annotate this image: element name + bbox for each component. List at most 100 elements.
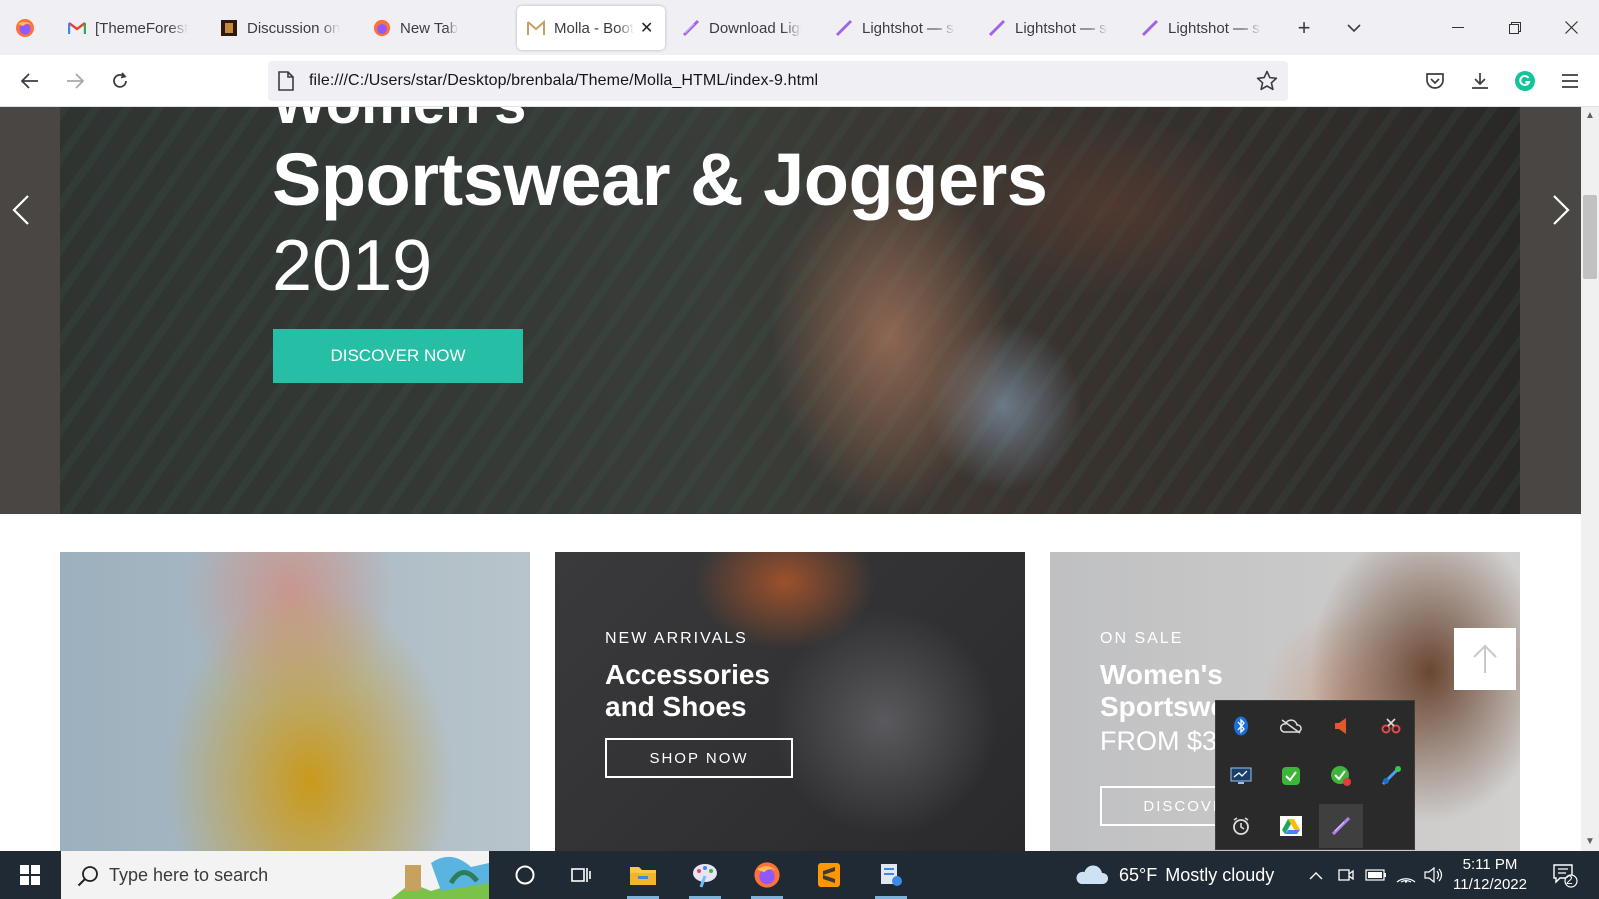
network-tool-icon[interactable] [1369,754,1413,798]
display-monitor-icon[interactable] [1219,754,1263,798]
taskbar-clock[interactable]: 5:11 PM 11/12/2022 [1447,855,1533,895]
cortana-icon[interactable] [499,851,551,899]
banner-price: FROM $39 [1100,726,1233,756]
lightshot-icon [835,19,853,37]
task-view-icon[interactable] [555,851,607,899]
bookmark-star-icon[interactable] [1256,70,1278,97]
notification-center-icon[interactable]: 2 [1540,851,1590,899]
taskbar-search-box[interactable]: Type here to search [61,851,489,899]
volume-icon[interactable] [1420,851,1448,899]
clock-date: 11/12/2022 [1453,876,1527,893]
banner-title-line2: and Shoes [605,691,747,722]
themeforest-icon [220,19,238,37]
onedrive-offline-icon[interactable] [1269,704,1313,748]
forward-arrow-icon[interactable] [59,65,91,97]
lightshot-icon [682,19,700,37]
tab-label: Discussion on I [247,19,340,37]
hero-year: 2019 [272,226,433,306]
show-hidden-icons-chevron-icon[interactable] [1302,851,1330,899]
gmail-icon [68,19,86,37]
url-bar[interactable]: file:///C:/Users/star/Desktop/brenbala/T… [268,61,1288,101]
grammarly-extension-icon[interactable] [1509,65,1541,97]
lightshot-icon [1141,19,1159,37]
speaker-muted-icon[interactable] [1319,704,1363,748]
battery-icon[interactable] [1362,851,1390,899]
banner-accessories[interactable]: NEW ARRIVALS Accessories and Shoes SHOP … [555,552,1025,851]
downloads-icon[interactable] [1464,65,1496,97]
shop-now-button[interactable]: SHOP NOW [605,738,793,778]
lightshot-tray-icon[interactable] [1319,804,1363,848]
scrollbar-thumb[interactable] [1583,195,1597,279]
hero-title: Sportswear & Joggers [272,138,1048,221]
hero-next-slide-edge [1520,107,1581,514]
windows-start-icon[interactable] [0,851,60,899]
tab-discussion[interactable]: Discussion on I [210,6,350,50]
tab-molla-active[interactable]: Molla - Boot ✕ [517,6,665,50]
tab-download-lightshot[interactable]: Download Ligh [672,6,812,50]
pocket-icon[interactable] [1419,65,1451,97]
lightshot-icon [988,19,1006,37]
close-window-icon[interactable] [1543,0,1599,55]
bluetooth-icon[interactable] [1219,704,1263,748]
snipping-tool-icon[interactable] [1369,704,1413,748]
slider-next-arrow-icon[interactable] [1546,190,1576,230]
search-icon [77,865,99,892]
banner-title-line1: Accessories [605,659,771,690]
reload-icon[interactable] [104,65,136,97]
antivirus-status-icon[interactable] [1319,754,1363,798]
meet-now-icon[interactable] [1332,851,1360,899]
vertical-scrollbar[interactable]: ▲ ▼ [1581,107,1599,851]
restore-icon[interactable] [1487,0,1543,55]
tab-lightshot-3[interactable]: Lightshot — sc [1131,6,1271,50]
search-placeholder: Type here to search [109,865,269,885]
list-tabs-chevron-icon[interactable] [1340,14,1368,42]
tab-label: New Tab [400,19,459,37]
molla-icon [527,19,545,37]
alarm-clock-icon[interactable] [1219,804,1263,848]
cloud-weather-icon [1075,864,1109,886]
minimize-icon[interactable] [1430,0,1486,55]
connection-manager-icon[interactable] [865,851,917,899]
scroll-up-arrow-icon[interactable]: ▲ [1584,110,1596,122]
weather-widget[interactable]: 65°F Mostly cloudy [1075,851,1274,899]
tab-label: Molla - Boot [554,19,635,37]
banner-title-line1: Women's [1100,659,1223,690]
tab-themeforest[interactable]: [ThemeForest] [58,6,198,50]
firefox-taskbar-icon[interactable] [741,851,793,899]
weather-temperature: 65°F [1119,864,1158,885]
discover-now-button[interactable]: DISCOVER NOW [273,329,523,383]
banner-subtitle: NEW ARRIVALS [605,630,748,647]
back-arrow-icon[interactable] [14,65,46,97]
weather-description: Mostly cloudy [1165,864,1275,885]
navigation-toolbar: file:///C:/Users/star/Desktop/brenbala/T… [0,55,1599,107]
banner-yellow-jacket[interactable] [60,552,530,851]
tab-label: Lightshot — sc [1168,19,1261,37]
google-drive-icon[interactable] [1269,804,1313,848]
tab-strip: [ThemeForest] Discussion on I New Tab Mo… [0,0,1599,55]
tab-lightshot-1[interactable]: Lightshot — sc [825,6,965,50]
hamburger-menu-icon[interactable] [1554,65,1586,97]
firefox-menu-icon[interactable] [8,12,42,44]
paint-app-icon[interactable] [679,851,731,899]
search-highlight-illustration-icon [391,853,489,899]
banner-subtitle: ON SALE [1100,630,1184,647]
page-icon [278,71,294,96]
windows-taskbar: Type here to search 65°F Mostly cloudy 5… [0,851,1599,899]
sublime-text-icon[interactable] [803,851,855,899]
close-tab-icon[interactable]: ✕ [640,18,653,38]
tab-lightshot-2[interactable]: Lightshot — sc [978,6,1118,50]
scroll-down-arrow-icon[interactable]: ▼ [1584,836,1596,848]
new-tab-plus-icon[interactable]: + [1290,14,1318,42]
hero-prev-slide-edge [0,107,60,514]
scroll-to-top-button[interactable] [1454,628,1516,690]
notification-badge: 2 [1566,873,1573,887]
tab-new-tab[interactable]: New Tab [363,6,503,50]
clock-time: 5:11 PM [1462,856,1518,873]
firefox-icon [373,19,391,37]
file-explorer-icon[interactable] [617,851,669,899]
security-check-icon[interactable] [1269,754,1313,798]
tab-label: Download Ligh [709,19,802,37]
wifi-icon[interactable] [1392,851,1420,899]
system-tray-overflow-popup [1215,700,1415,850]
slider-prev-arrow-icon[interactable] [6,190,36,230]
